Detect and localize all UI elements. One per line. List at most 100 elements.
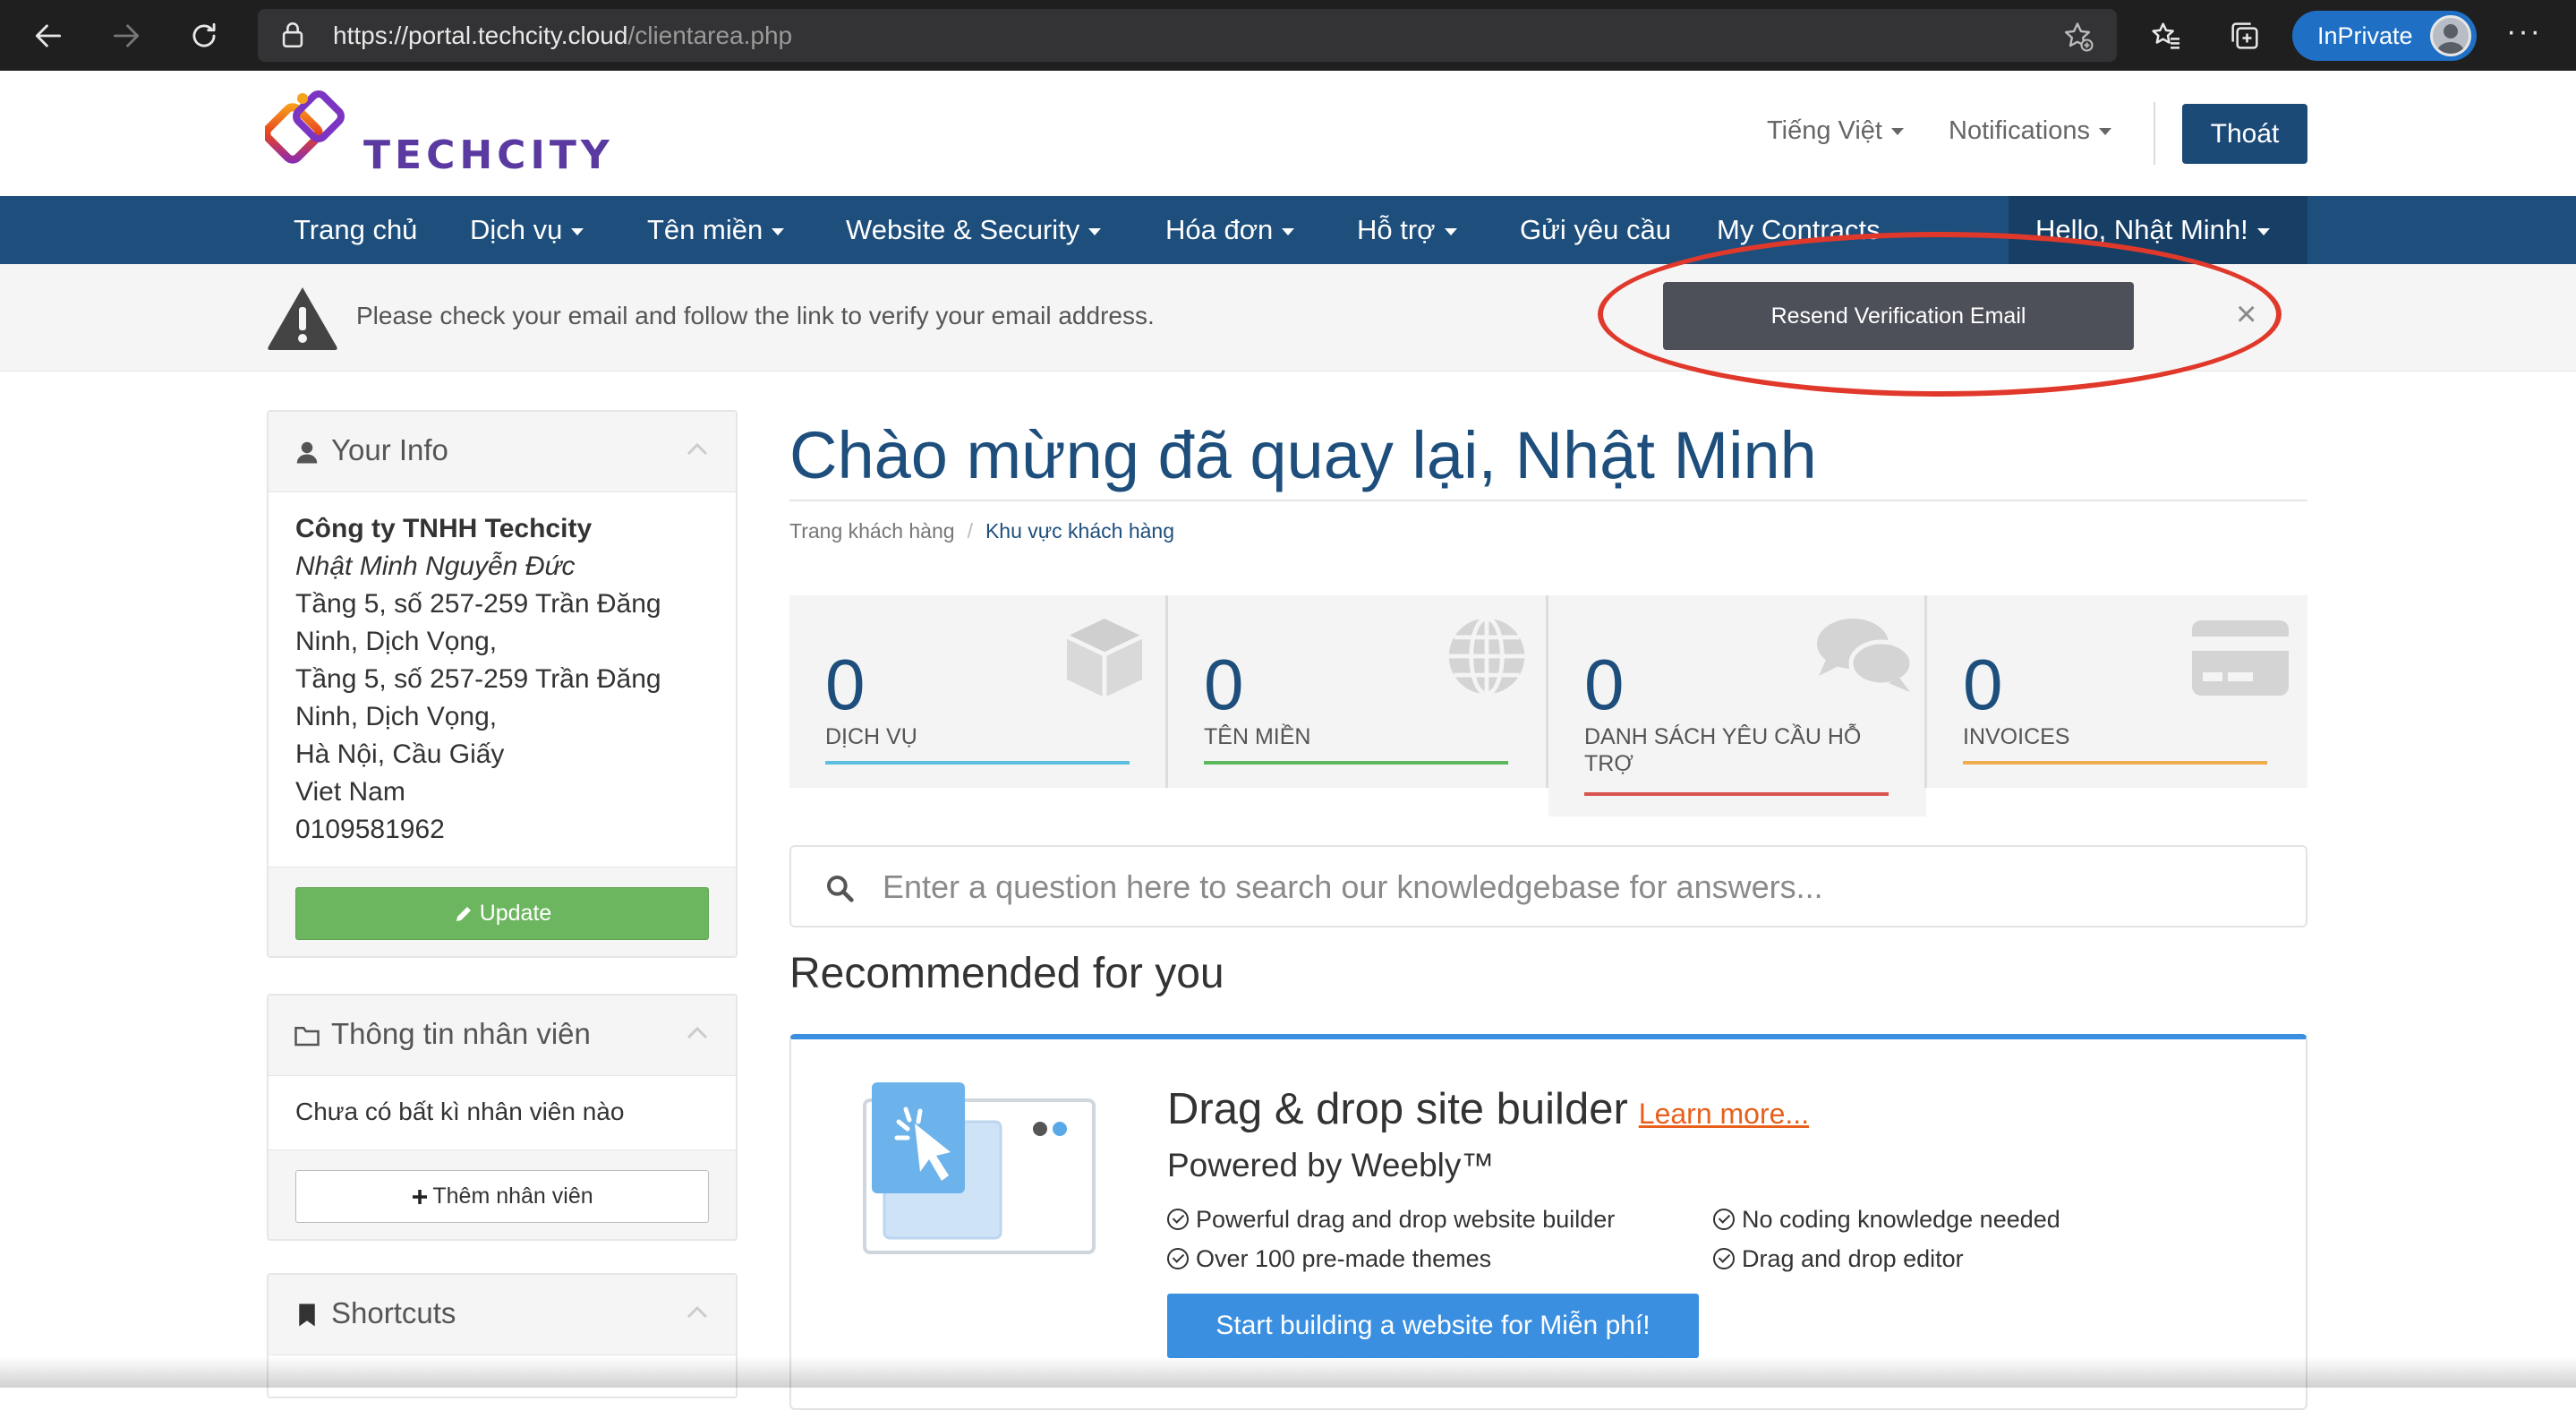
- breadcrumb-current[interactable]: Khu vực khách hàng: [985, 519, 1174, 543]
- update-button[interactable]: Update: [295, 887, 709, 940]
- address-bar[interactable]: https://portal.techcity.cloud/clientarea…: [258, 9, 2117, 62]
- tile-count: 0: [1584, 645, 1625, 724]
- feature-item: Over 100 pre-made themes: [1167, 1245, 1491, 1273]
- add-staff-button[interactable]: Thêm nhân viên: [295, 1170, 709, 1223]
- plus-icon: [413, 1189, 428, 1204]
- browser-toolbar: https://portal.techcity.cloud/clientarea…: [0, 0, 2576, 71]
- tile-support-tickets[interactable]: 0 DANH SÁCH YÊU CẦU HỖ TRỢ: [1548, 595, 1926, 816]
- panel-header[interactable]: Shortcuts: [269, 1275, 736, 1355]
- logo-wordmark: TECHCITY: [363, 132, 614, 178]
- chevron-up-icon[interactable]: [686, 1024, 709, 1042]
- nav-item-domains[interactable]: Tên miền: [647, 214, 785, 246]
- contact-details: Công ty TNHH Techcity Nhật Minh Nguyễn Đ…: [295, 510, 661, 849]
- logout-button[interactable]: Thoát: [2182, 104, 2307, 164]
- nav-item-services[interactable]: Dịch vụ: [470, 214, 584, 246]
- panel-footer: Thêm nhân viên: [269, 1149, 736, 1239]
- notifications-label: Notifications: [1949, 116, 2090, 145]
- lock-icon: [282, 22, 303, 48]
- inprivate-button[interactable]: InPrivate: [2292, 11, 2477, 61]
- panel-header[interactable]: Your Info: [269, 412, 736, 492]
- check-circle-icon: [1713, 1248, 1735, 1269]
- cube-icon: [1065, 619, 1144, 697]
- breadcrumb-home[interactable]: Trang khách hàng: [789, 519, 955, 543]
- nav-label: Dịch vụ: [470, 214, 563, 245]
- tile-services[interactable]: 0 DỊCH VỤ: [789, 595, 1167, 788]
- tile-label: DỊCH VỤ: [825, 724, 917, 749]
- promo-heading: Drag & drop site builder Learn more...: [1167, 1084, 1809, 1134]
- window-edge-shadow: [0, 1356, 2576, 1388]
- panel-footer: Update: [269, 867, 736, 956]
- caret-down-icon: [571, 227, 584, 235]
- tile-count: 0: [1963, 645, 2003, 724]
- tile-invoices[interactable]: 0 INVOICES: [1927, 595, 2307, 788]
- nav-label: Hỗ trợ: [1357, 214, 1436, 245]
- tile-accent-bar: [1204, 761, 1508, 765]
- panel-header[interactable]: Thông tin nhân viên: [269, 996, 736, 1076]
- resend-verification-button[interactable]: Resend Verification Email: [1663, 282, 2134, 350]
- nav-item-billing[interactable]: Hóa đơn: [1165, 214, 1295, 246]
- city-line: Hà Nội, Cầu Giấy: [295, 739, 505, 769]
- forward-button[interactable]: [101, 11, 151, 61]
- nav-item-website-security[interactable]: Website & Security: [846, 214, 1102, 246]
- nav-label: My Contracts: [1717, 214, 1881, 245]
- collections-icon[interactable]: [2227, 18, 2263, 54]
- close-icon[interactable]: ×: [2236, 296, 2256, 332]
- comments-icon: [1817, 619, 1915, 692]
- language-dropdown[interactable]: Tiếng Việt: [1767, 116, 1904, 146]
- site-builder-illustration: [863, 1082, 1096, 1254]
- feature-text: Drag and drop editor: [1742, 1245, 1964, 1272]
- nav-item-my-contracts[interactable]: My Contracts: [1717, 214, 1881, 246]
- feature-text: Powerful drag and drop website builder: [1196, 1206, 1616, 1233]
- feature-item: Drag and drop editor: [1713, 1245, 1964, 1273]
- back-button[interactable]: [23, 11, 73, 61]
- feature-text: No coding knowledge needed: [1742, 1206, 2060, 1233]
- refresh-icon: [192, 22, 216, 47]
- start-building-button[interactable]: Start building a website for Miễn phí!: [1167, 1294, 1699, 1358]
- url-path: /clientarea.php: [627, 21, 793, 49]
- alert-message: Please check your email and follow the l…: [356, 302, 1155, 329]
- credit-card-icon: [2192, 620, 2289, 696]
- kb-search-box[interactable]: [789, 845, 2307, 927]
- address-line: Tầng 5, số 257-259 Trần Đăng: [295, 664, 661, 694]
- tile-domains[interactable]: 0 TÊN MIỀN: [1168, 595, 1546, 788]
- panel-title: Your Info: [331, 433, 448, 466]
- kb-search-input[interactable]: [883, 865, 2279, 910]
- weebly-promo-card: Drag & drop site builder Learn more... Po…: [789, 1034, 2307, 1410]
- arrow-right-icon: [113, 24, 140, 47]
- refresh-button[interactable]: [179, 11, 229, 61]
- breadcrumb-separator: /: [967, 519, 973, 543]
- nav-item-home[interactable]: Trang chủ: [294, 214, 417, 246]
- page-title: Chào mừng đã quay lại, Nhật Minh: [789, 418, 1817, 492]
- notifications-dropdown[interactable]: Notifications: [1949, 116, 2111, 146]
- learn-more-link[interactable]: Learn more...: [1639, 1098, 1809, 1130]
- url-host: https://portal.techcity.cloud: [333, 21, 628, 49]
- tax-id-line: 0109581962: [295, 815, 445, 844]
- more-options-button[interactable]: ···: [2506, 14, 2542, 49]
- caret-down-icon: [772, 227, 785, 235]
- panel-title: Shortcuts: [331, 1296, 456, 1329]
- language-label: Tiếng Việt: [1767, 116, 1882, 145]
- url-text: https://portal.techcity.cloud/clientarea…: [333, 20, 792, 52]
- favorites-icon[interactable]: [2148, 18, 2184, 54]
- chevron-up-icon[interactable]: [686, 440, 709, 458]
- promo-subheading: Powered by Weebly™: [1167, 1147, 1495, 1184]
- folder-icon: [294, 1027, 320, 1047]
- feature-item: No coding knowledge needed: [1713, 1206, 2060, 1234]
- header-divider: [2154, 102, 2155, 165]
- nav-item-support[interactable]: Hỗ trợ: [1357, 214, 1457, 246]
- add-favorite-icon[interactable]: [2061, 20, 2094, 52]
- arrow-left-icon: [35, 24, 62, 47]
- caret-down-icon: [1282, 227, 1295, 235]
- panel-title: Thông tin nhân viên: [331, 1017, 591, 1050]
- nav-label: Hóa đơn: [1165, 214, 1274, 245]
- caret-down-icon: [2098, 128, 2111, 136]
- address-line: Tầng 5, số 257-259 Trần Đăng: [295, 589, 661, 619]
- check-circle-icon: [1713, 1209, 1735, 1230]
- user-icon: [296, 441, 318, 464]
- promo-title: Drag & drop site builder: [1167, 1085, 1628, 1133]
- chevron-up-icon[interactable]: [686, 1303, 709, 1321]
- account-menu[interactable]: Hello, Nhật Minh!: [2009, 196, 2307, 264]
- user-silhouette-icon: [2437, 24, 2464, 54]
- nav-item-open-ticket[interactable]: Gửi yêu cầu: [1520, 214, 1671, 246]
- inprivate-label: InPrivate: [2317, 22, 2413, 49]
